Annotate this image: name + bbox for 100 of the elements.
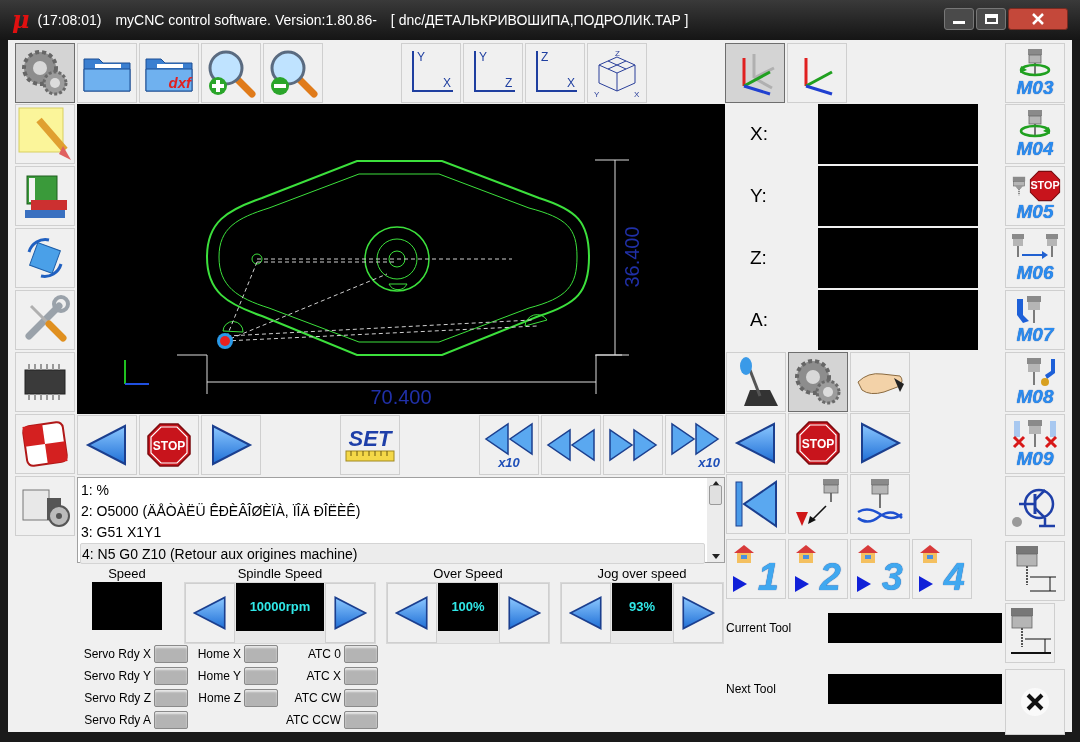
playback-button[interactable] [77, 415, 137, 475]
indicator-label: ATC CW [294, 690, 341, 707]
m-code-button[interactable]: M09 [1005, 414, 1065, 474]
close-button[interactable] [1008, 8, 1068, 30]
set-button[interactable]: SET [340, 415, 400, 475]
indicator-label: ATC 0 [307, 646, 341, 663]
probe-button[interactable] [726, 474, 786, 534]
zoom-out-icon [268, 48, 318, 98]
window-time: (17:08:01) [37, 10, 102, 30]
program-line[interactable]: 1: % [80, 480, 705, 501]
speed-step-button[interactable] [603, 415, 663, 475]
left-arrow-icon [394, 595, 430, 631]
maximize-button[interactable] [976, 8, 1006, 30]
stop-sign-icon: STOP [146, 422, 192, 468]
jog-button[interactable] [726, 413, 786, 473]
speed-step-button[interactable] [541, 415, 601, 475]
zoom-in-icon [206, 48, 256, 98]
maximize-icon [984, 14, 998, 24]
right-arrow-icon [858, 421, 902, 465]
spindle-rotation-icon [1018, 48, 1052, 78]
machine-button[interactable] [1005, 476, 1065, 536]
decrease-button[interactable] [185, 583, 235, 643]
increase-button[interactable] [325, 583, 375, 643]
dimension-label: 36.400 [621, 226, 643, 288]
tool-button[interactable] [15, 476, 75, 536]
m-code-button[interactable]: M08 [1005, 352, 1065, 412]
rewind-icon [546, 428, 596, 462]
indicator-label: Servo Rdy Y [83, 668, 151, 685]
house-icon [733, 543, 755, 565]
indicator-label: Servo Rdy A [84, 712, 151, 729]
coolant-off-icon [1010, 419, 1060, 449]
document-path: [ dnc/ДЕТАЛЬКРИВОШИПА,ПОДРОЛИК.TAP ] [390, 10, 689, 30]
m-code-button[interactable]: M03 [1005, 43, 1065, 103]
tool-position-marker [217, 333, 233, 349]
value-display: 100% [438, 583, 498, 631]
right-arrow-icon [506, 595, 542, 631]
minimize-icon [953, 21, 965, 24]
toolbar-button[interactable] [15, 43, 75, 103]
speed-step-button[interactable]: x10 [479, 415, 539, 475]
decrease-button[interactable] [387, 583, 437, 643]
house-icon [795, 543, 817, 565]
probe-button[interactable] [850, 474, 910, 534]
m-code-button[interactable]: M06 [1005, 228, 1065, 288]
control-label: Jog over speed [597, 566, 687, 582]
house-icon [857, 543, 879, 565]
value-display: 10000rpm [236, 583, 324, 631]
ruler-icon [345, 450, 395, 462]
close-icon [1020, 687, 1050, 717]
indicator-label: ATC X [306, 668, 341, 685]
tool-button[interactable] [15, 352, 75, 412]
control-label: Speed [108, 566, 146, 582]
tool-button[interactable] [15, 228, 75, 288]
close-icon [1032, 13, 1044, 25]
axis-label: Z: [749, 245, 768, 270]
rewind-icon [484, 421, 534, 456]
program-line[interactable]: 2: O5000 (ÄÅÒÀËÜ ÊÐÈÂÎØÈÏÀ, ÏÎÄ ÐÎËÈÊ) [80, 501, 705, 522]
speed-step-button[interactable]: x10 [665, 415, 725, 475]
increase-button[interactable] [673, 583, 723, 643]
scroll-thumb[interactable] [709, 485, 722, 505]
gears-icon [20, 48, 70, 98]
playback-button[interactable]: STOP [139, 415, 199, 475]
increase-button[interactable] [499, 583, 549, 643]
m-code-button[interactable]: M04 [1005, 104, 1065, 164]
control-label: Spindle Speed [237, 566, 323, 582]
right-arrow-icon [680, 595, 716, 631]
indicator-label: Servo Rdy Z [84, 690, 151, 707]
axis-label: A: [749, 307, 769, 332]
jog-button[interactable]: STOP [788, 413, 848, 473]
play-icon [857, 576, 871, 592]
tool-button[interactable] [15, 414, 75, 474]
m-code-button[interactable]: M07 [1005, 290, 1065, 350]
minimize-button[interactable] [944, 8, 974, 30]
axes-origin-icon [124, 359, 150, 385]
left-arrow-icon [734, 421, 778, 465]
tool-label: Current Tool [726, 620, 793, 637]
machine-button[interactable] [1005, 669, 1065, 735]
value-display: 93% [612, 583, 672, 631]
playback-button[interactable] [201, 415, 261, 475]
right-arrow-icon [209, 423, 253, 467]
indicator-label: ATC CCW [285, 712, 341, 729]
jog-button[interactable] [850, 413, 910, 473]
house-icon [919, 543, 941, 565]
machine-button[interactable] [1005, 603, 1055, 663]
decrease-button[interactable] [561, 583, 611, 643]
right-arrow-icon [332, 595, 368, 631]
play-icon [919, 576, 933, 592]
window-title: myCNC control software. Version:1.80.86- [115, 10, 377, 30]
indicator-label: Home Y [197, 668, 241, 685]
fast-forward-icon [608, 428, 658, 462]
play-icon [733, 576, 747, 592]
indicator-label: Servo Rdy X [83, 646, 151, 663]
dimension-label: 70.400 [370, 386, 432, 408]
probe-button[interactable] [788, 474, 848, 534]
axis-label: Y: [749, 183, 768, 208]
program-line[interactable]: 3: G51 X1Y1 [80, 522, 705, 543]
control-label: Over Speed [433, 566, 503, 582]
view-mode-button[interactable] [725, 43, 785, 103]
indicator-label: Home X [197, 646, 241, 663]
stop-sign-icon: STOP [795, 420, 841, 466]
play-icon [795, 576, 809, 592]
